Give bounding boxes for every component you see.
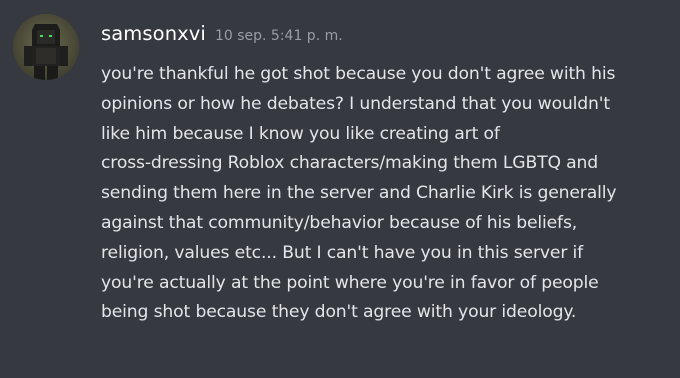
chat-message: samsonxvi 10 sep. 5:41 p. m. you're than…: [0, 0, 680, 378]
message-line: opinions or how he debates? I understand…: [101, 93, 610, 114]
message-line: like him because I know you like creatin…: [101, 123, 500, 144]
message-content: you're thankful he got shot because you …: [101, 60, 671, 328]
message-line: you're thankful he got shot because you …: [101, 64, 616, 84]
message-line: religion, values etc... But I can't have…: [101, 242, 584, 263]
message-line: cross-dressing Roblox characters/making …: [101, 153, 599, 174]
username[interactable]: samsonxvi: [101, 22, 206, 45]
message-line: being shot because they don't agree with…: [101, 302, 577, 323]
message-line: against that community/behavior because …: [101, 212, 578, 233]
avatar[interactable]: [13, 14, 79, 80]
message-header: samsonxvi 10 sep. 5:41 p. m.: [101, 22, 343, 54]
roblox-avatar-icon: [13, 14, 79, 80]
message-line: sending them here in the server and Char…: [101, 183, 617, 204]
timestamp: 10 sep. 5:41 p. m.: [214, 28, 343, 44]
message-line: you're actually at the point where you'r…: [101, 272, 599, 293]
